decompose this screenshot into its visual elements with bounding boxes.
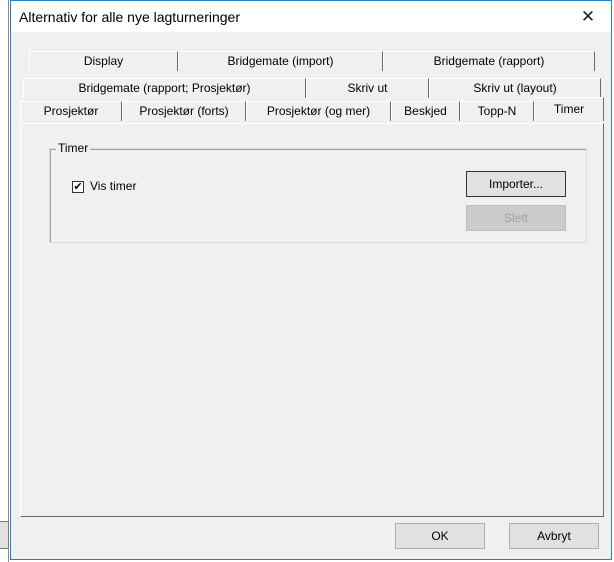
import-button[interactable]: Importer... [466,171,566,197]
tab-timer[interactable]: Timer [534,97,604,121]
tab-bridgemate-rapport[interactable]: Bridgemate (rapport) [383,51,595,71]
options-dialog: Alternativ for alle nye lagturneringer ✕… [10,0,612,560]
tab-label: Prosjektør [43,104,99,118]
title-bar: Alternativ for alle nye lagturneringer ✕ [11,1,611,32]
tab-label: Topp-N [477,104,517,118]
tab-topp-n[interactable]: Topp-N [460,101,534,121]
tab-beskjed[interactable]: Beskjed [391,101,460,121]
cancel-button[interactable]: Avbryt [509,523,599,549]
tab-bridgemate-import[interactable]: Bridgemate (import) [178,51,383,71]
cancel-button-label: Avbryt [537,529,571,543]
background-window-border [8,0,9,562]
close-icon: ✕ [580,7,596,26]
tab-prosjektor-forts[interactable]: Prosjektør (forts) [122,101,246,121]
close-button[interactable]: ✕ [565,1,611,32]
background-window-button [0,521,9,549]
tab-skriv-ut-layout[interactable]: Skriv ut (layout) [429,78,601,98]
ok-button-label: OK [431,529,449,543]
tab-panel-timer: Timer ✔ Vis timer Importer... Slett [20,123,604,517]
tab-label: Skriv ut (layout) [473,81,557,95]
tab-label: Display [83,54,124,68]
tab-prosjektor-og-mer[interactable]: Prosjektør (og mer) [246,101,391,121]
tab-label: Bridgemate (rapport; Prosjektør) [78,81,251,95]
tab-skriv-ut[interactable]: Skriv ut [306,78,429,98]
tab-label: Bridgemate (import) [227,54,334,68]
tab-strip: Display Bridgemate (import) Bridgemate (… [11,51,611,131]
tab-display[interactable]: Display [29,51,178,71]
delete-button[interactable]: Slett [466,205,566,231]
tab-label: Prosjektør (forts) [139,104,229,118]
delete-button-label: Slett [503,211,528,225]
ok-button[interactable]: OK [395,523,485,549]
import-button-label: Importer... [488,177,544,191]
tab-label: Bridgemate (rapport) [433,54,545,68]
tab-label: Beskjed [404,104,447,118]
tab-label: Timer [553,102,585,116]
tab-label: Skriv ut [347,81,388,95]
checkmark-icon: ✔ [73,181,83,193]
groupbox-title: Timer [56,141,91,155]
vis-timer-label[interactable]: Vis timer [90,179,136,193]
tab-prosjektor[interactable]: Prosjektør [20,101,122,121]
vis-timer-checkbox[interactable]: ✔ [72,181,84,193]
dialog-title: Alternativ for alle nye lagturneringer [19,9,241,25]
tab-label: Prosjektør (og mer) [266,104,371,118]
tab-bridgemate-rapport-prosjektor[interactable]: Bridgemate (rapport; Prosjektør) [23,78,306,98]
timer-groupbox: Timer ✔ Vis timer Importer... Slett [49,141,587,243]
